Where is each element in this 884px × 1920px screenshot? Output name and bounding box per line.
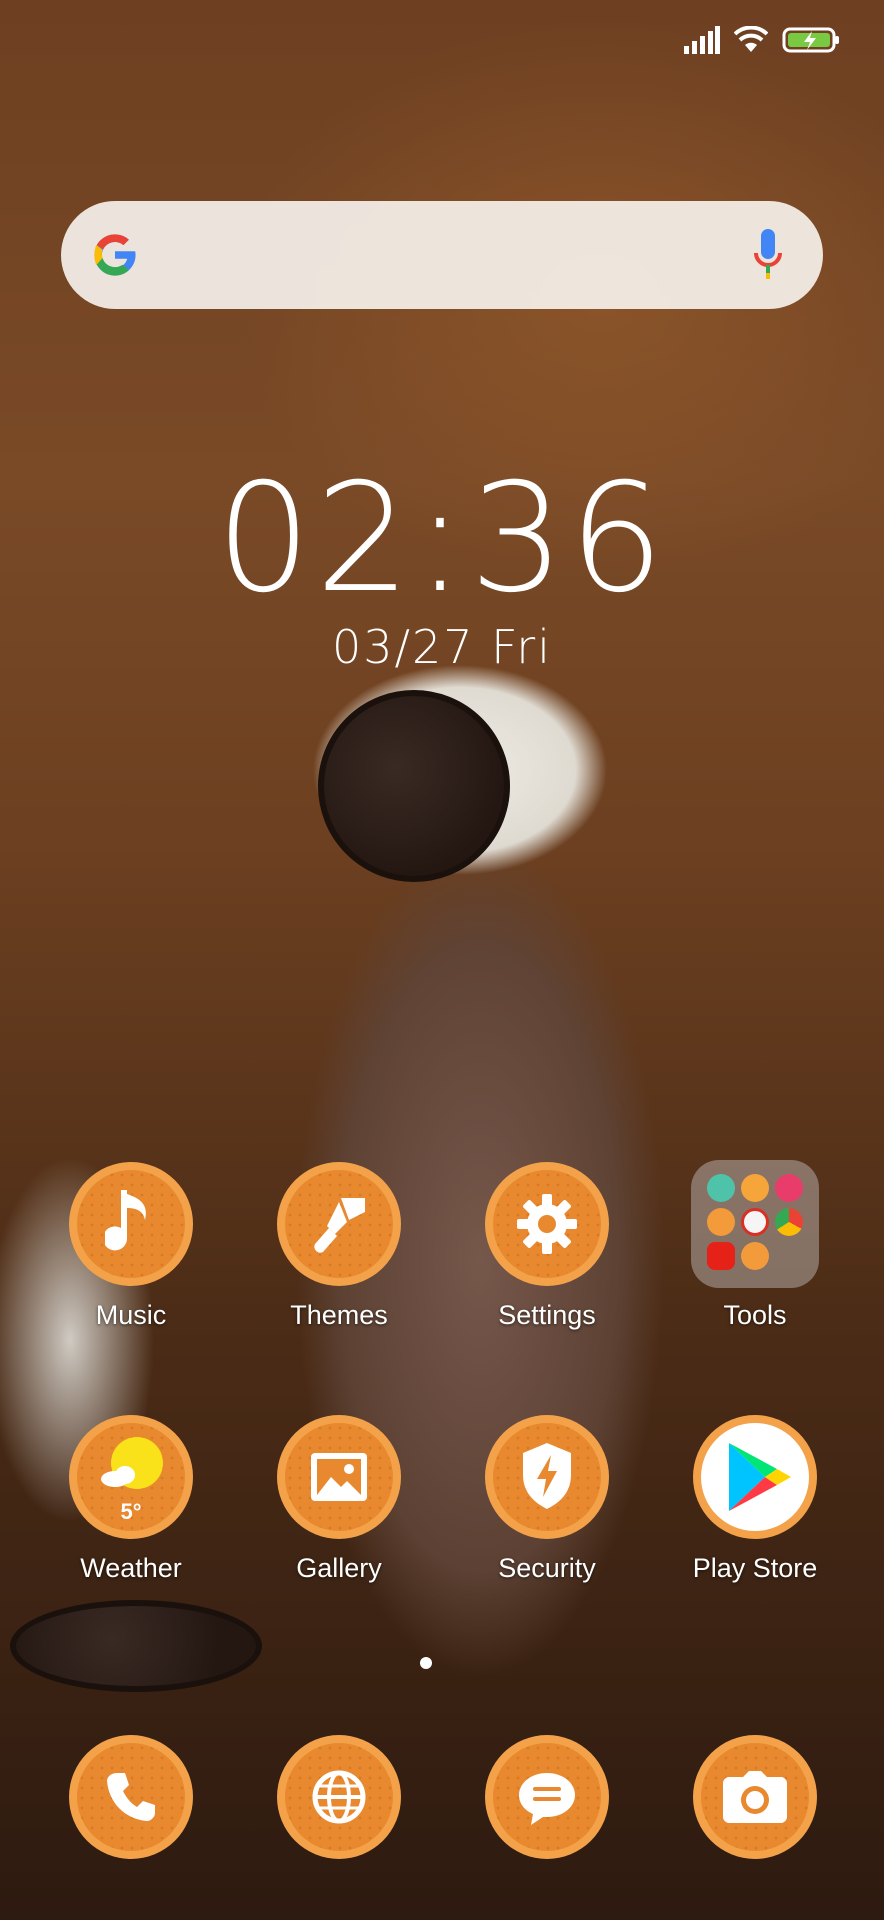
page-indicator-dot[interactable]	[420, 1657, 432, 1669]
downloads-mini-icon	[741, 1242, 769, 1270]
contacts-mini-icon	[707, 1208, 735, 1236]
dock-camera[interactable]	[670, 1733, 840, 1861]
shield-bolt-icon	[523, 1443, 571, 1509]
youtube-mini-icon	[707, 1242, 735, 1270]
app-gallery[interactable]: Gallery	[254, 1413, 424, 1584]
gear-icon	[517, 1194, 577, 1254]
app-settings[interactable]: Settings	[462, 1160, 632, 1331]
wallpaper-cookie	[10, 1600, 262, 1692]
google-search-bar[interactable]	[61, 201, 823, 309]
chrome-mini-icon	[775, 1208, 803, 1236]
play-store-icon	[729, 1443, 791, 1511]
wifi-icon	[734, 26, 768, 52]
app-music[interactable]: Music	[46, 1160, 216, 1331]
app-themes[interactable]: Themes	[254, 1160, 424, 1331]
app-label: Music	[95, 1300, 167, 1330]
app-label: Tools	[723, 1300, 787, 1330]
app-label: Play Store	[692, 1553, 818, 1583]
app-security[interactable]: Security	[462, 1413, 632, 1584]
clock-time[interactable]: 02:36	[0, 452, 884, 626]
battery-charging-icon	[782, 27, 839, 53]
status-bar	[684, 22, 840, 58]
app-label: Settings	[498, 1300, 596, 1330]
play-mini-icon	[741, 1174, 769, 1202]
dock-browser[interactable]	[254, 1733, 424, 1861]
image-icon	[311, 1453, 367, 1501]
app-play-store[interactable]: Play Store	[670, 1413, 840, 1584]
play-movies-mini-icon	[775, 1174, 803, 1202]
wallpaper-cookie	[318, 690, 510, 882]
folder-icon	[691, 1160, 819, 1288]
app-label: Weather	[80, 1553, 182, 1583]
google-logo-icon	[94, 234, 137, 276]
music-note-icon	[105, 1190, 146, 1251]
messages-icon	[519, 1773, 575, 1825]
clock-date[interactable]: 03/27 Fri	[0, 620, 884, 674]
camera-icon	[723, 1771, 787, 1823]
browser-globe-icon	[312, 1770, 366, 1824]
app-label: Themes	[290, 1300, 388, 1330]
mic-icon[interactable]	[753, 229, 783, 281]
paintbrush-icon	[314, 1198, 365, 1253]
scanner-mini-icon	[707, 1174, 735, 1202]
dock-phone[interactable]	[46, 1733, 216, 1861]
weather-temp: 5°	[120, 1499, 142, 1524]
app-label: Security	[498, 1553, 596, 1583]
app-weather[interactable]: 5° Weather	[46, 1413, 216, 1584]
phone-icon	[107, 1773, 155, 1821]
gmail-mini-icon	[741, 1208, 769, 1236]
weather-sun-icon	[101, 1437, 163, 1489]
dock-messages[interactable]	[462, 1733, 632, 1861]
app-folder-tools[interactable]: Tools	[670, 1160, 840, 1331]
signal-icon	[684, 26, 720, 54]
app-label: Gallery	[296, 1553, 382, 1583]
